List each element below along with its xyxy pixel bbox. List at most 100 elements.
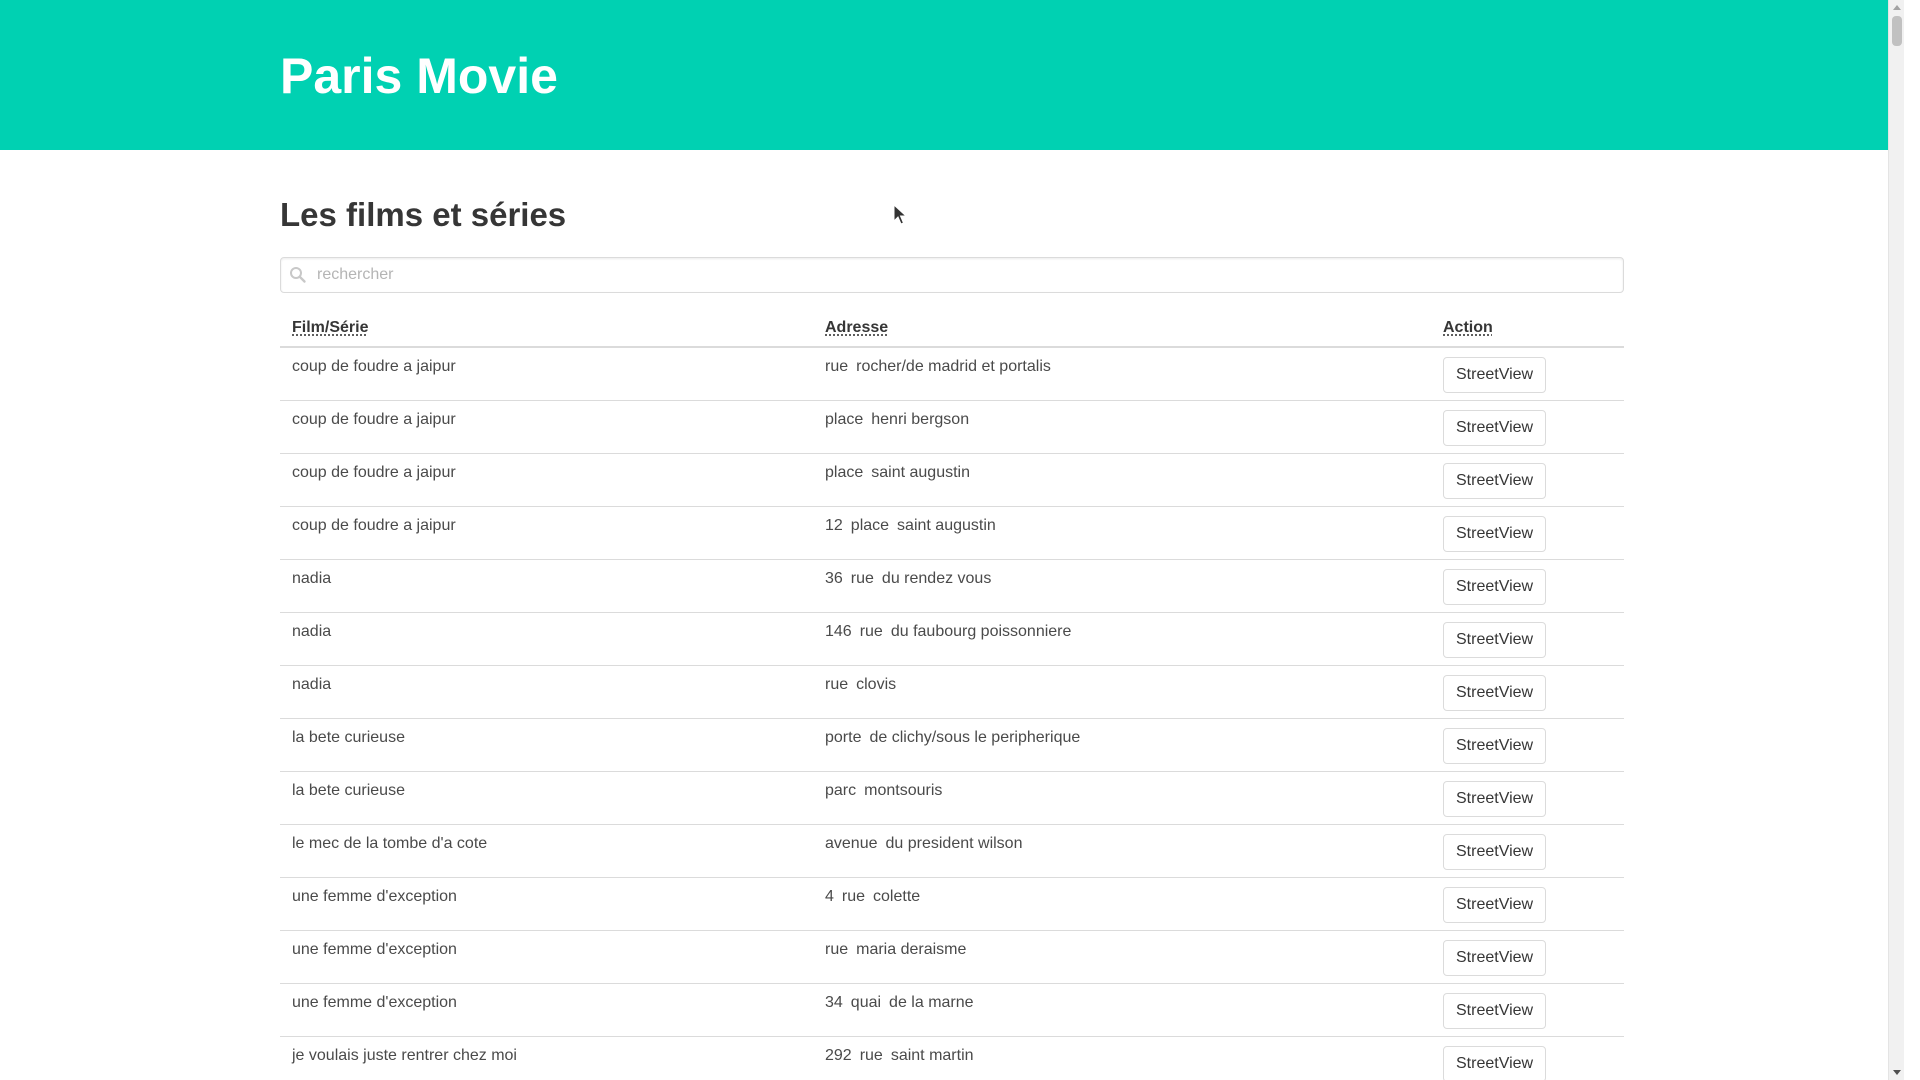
action-cell: StreetView	[1431, 347, 1624, 401]
streetview-button[interactable]: StreetView	[1443, 886, 1547, 923]
action-cell: StreetView	[1431, 824, 1624, 878]
action-cell: StreetView	[1431, 983, 1624, 1037]
film-title-cell: une femme d'exception	[280, 930, 813, 984]
scroll-down-arrow-icon[interactable]	[1893, 1070, 1901, 1075]
streetview-button[interactable]: StreetView	[1443, 727, 1547, 764]
address-part: rue	[825, 940, 849, 958]
table-header-row: Film/Série Adresse Action	[280, 309, 1624, 348]
address-cell: 4 rue colette	[813, 877, 1431, 931]
streetview-button[interactable]: StreetView	[1443, 515, 1547, 552]
address-cell: 146 rue du faubourg poissonniere	[813, 612, 1431, 666]
film-title-cell: coup de foudre a jaipur	[280, 506, 813, 560]
streetview-button[interactable]: StreetView	[1443, 409, 1547, 446]
table-header: Film/Série Adresse Action	[280, 309, 1624, 348]
table-row: nadia rue clovis StreetView	[280, 665, 1624, 719]
address-part: rue	[859, 1046, 883, 1064]
table-row: une femme d'exception 34 quai de la marne St…	[280, 983, 1624, 1037]
address-part: du rendez vous	[881, 569, 992, 587]
scrollbar-thumb[interactable]	[1892, 16, 1902, 46]
address-cell: 34 quai de la marne	[813, 983, 1431, 1037]
address-part: 292	[825, 1046, 852, 1064]
streetview-button[interactable]: StreetView	[1443, 462, 1547, 499]
address-part: henri bergson	[871, 410, 970, 428]
address-cell: 292 rue saint martin	[813, 1036, 1431, 1080]
address-part: clovis	[856, 675, 897, 693]
address-part: rue	[841, 887, 866, 905]
address-part: saint augustin	[871, 463, 970, 481]
table-row: une femme d'exception rue maria deraisme St…	[280, 930, 1624, 984]
streetview-button[interactable]: StreetView	[1443, 674, 1547, 711]
address-cell: parc montsouris	[813, 771, 1431, 825]
scroll-up-arrow-icon[interactable]	[1893, 5, 1901, 10]
column-header-address-label[interactable]: Adresse	[825, 319, 888, 336]
address-part: du faubourg poissonniere	[890, 622, 1072, 640]
action-cell: StreetView	[1431, 612, 1624, 666]
streetview-button[interactable]: StreetView	[1443, 939, 1547, 976]
section-title: Les films et séries	[280, 196, 567, 233]
streetview-button[interactable]: StreetView	[1443, 992, 1547, 1029]
hero-content: Paris Movie	[280, 0, 1624, 106]
streetview-button[interactable]: StreetView	[1443, 621, 1547, 658]
search-box[interactable]	[280, 257, 1624, 293]
address-part: saint martin	[890, 1046, 974, 1064]
address-part: de la marne	[889, 993, 974, 1011]
film-title-cell: coup de foudre a jaipur	[280, 400, 813, 454]
action-cell: StreetView	[1431, 1036, 1624, 1080]
film-title-cell: la bete curieuse	[280, 718, 813, 772]
table-row: le mec de la tombe d'a cote avenue du pres…	[280, 824, 1624, 878]
film-title-cell: la bete curieuse	[280, 771, 813, 825]
address-part: parc	[825, 781, 857, 799]
column-header-action-label[interactable]: Action	[1443, 319, 1493, 336]
column-header-address[interactable]: Adresse	[813, 309, 1431, 348]
address-part: rue	[850, 569, 874, 587]
address-part: place	[825, 463, 864, 481]
address-cell: avenue du president wilson	[813, 824, 1431, 878]
films-table: Film/Série Adresse Action coup de foudre…	[280, 309, 1624, 1080]
address-cell: place saint augustin	[813, 453, 1431, 507]
address-part: quai	[850, 993, 882, 1011]
film-title-cell: nadia	[280, 612, 813, 666]
table-body: coup de foudre a jaipur rue rocher/de madr…	[280, 347, 1624, 1080]
action-cell: StreetView	[1431, 877, 1624, 931]
app-title: Paris Movie	[280, 48, 558, 104]
action-cell: StreetView	[1431, 930, 1624, 984]
search-icon	[289, 266, 307, 284]
hero-header: Paris Movie	[0, 0, 1904, 150]
search-input[interactable]	[317, 258, 1617, 292]
film-title-cell: coup de foudre a jaipur	[280, 453, 813, 507]
streetview-button[interactable]: StreetView	[1443, 568, 1547, 605]
address-part: saint augustin	[897, 516, 996, 534]
action-cell: StreetView	[1431, 453, 1624, 507]
page: Paris Movie Les films et séries Film/Sér…	[0, 0, 1904, 1080]
action-cell: StreetView	[1431, 771, 1624, 825]
table-row: la bete curieuse parc montsouris StreetView	[280, 771, 1624, 825]
vertical-scrollbar[interactable]	[1888, 0, 1904, 1080]
streetview-button[interactable]: StreetView	[1443, 833, 1547, 870]
action-cell: StreetView	[1431, 718, 1624, 772]
streetview-button[interactable]: StreetView	[1443, 780, 1547, 817]
action-cell: StreetView	[1431, 665, 1624, 719]
address-cell: rue rocher/de madrid et portalis	[813, 347, 1431, 401]
address-cell: 12 place saint augustin	[813, 506, 1431, 560]
address-cell: porte de clichy/sous le peripherique	[813, 718, 1431, 772]
streetview-button[interactable]: StreetView	[1443, 357, 1547, 393]
address-part: avenue	[825, 834, 878, 852]
address-cell: place henri bergson	[813, 400, 1431, 454]
address-part: 36	[825, 569, 843, 587]
column-header-film[interactable]: Film/Série	[280, 309, 813, 348]
address-part: rocher/de madrid et portalis	[856, 358, 1051, 375]
streetview-button[interactable]: StreetView	[1443, 1045, 1547, 1080]
column-header-action[interactable]: Action	[1431, 309, 1624, 348]
address-cell: rue clovis	[813, 665, 1431, 719]
address-part: 34	[825, 993, 843, 1011]
address-part: de clichy/sous le peripherique	[869, 728, 1081, 746]
address-part: 146	[825, 622, 852, 640]
address-part: rue	[825, 358, 849, 375]
table-row: nadia 146 rue du faubourg poissonniere Stree…	[280, 612, 1624, 666]
table-row: coup de foudre a jaipur place saint august…	[280, 453, 1624, 507]
address-cell: rue maria deraisme	[813, 930, 1431, 984]
address-part: 4	[825, 887, 834, 905]
table-row: je voulais juste rentrer chez moi 292 rue s…	[280, 1036, 1624, 1080]
column-header-film-label[interactable]: Film/Série	[292, 319, 368, 336]
film-title-cell: nadia	[280, 559, 813, 613]
